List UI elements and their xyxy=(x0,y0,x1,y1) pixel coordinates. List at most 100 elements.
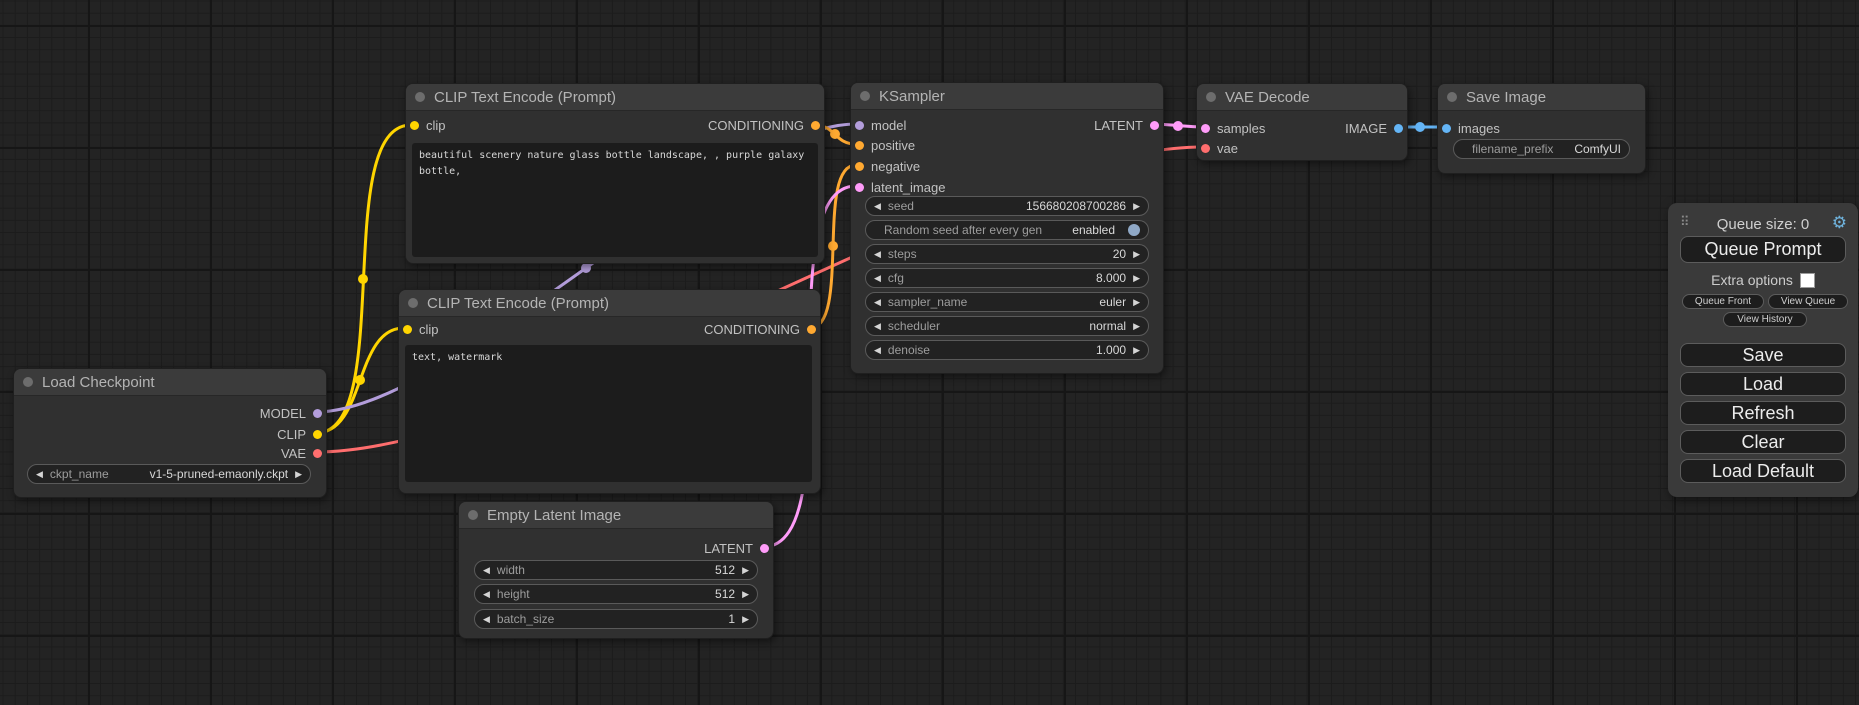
output-clip[interactable]: CLIP xyxy=(277,424,322,444)
node-ksampler[interactable]: KSampler model positive negative latent_… xyxy=(850,82,1164,374)
node-clip-encode-positive[interactable]: CLIP Text Encode (Prompt) clip CONDITION… xyxy=(405,83,825,264)
decrement-arrow-icon[interactable]: ◀ xyxy=(874,274,881,283)
image-output-dot[interactable] xyxy=(1394,124,1403,133)
node-title-bar[interactable]: VAE Decode xyxy=(1197,84,1407,111)
decrement-arrow-icon[interactable]: ◀ xyxy=(874,202,881,211)
collapse-dot-icon[interactable] xyxy=(408,298,418,308)
widget-ckpt-name[interactable]: ◀ ckpt_name v1-5-pruned-emaonly.ckpt ▶ xyxy=(27,464,311,484)
output-conditioning[interactable]: CONDITIONING xyxy=(708,115,820,135)
node-empty-latent-image[interactable]: Empty Latent Image LATENT ◀ width 512 ▶ … xyxy=(458,501,774,639)
widget-steps[interactable]: ◀ steps 20 ▶ xyxy=(865,244,1149,264)
node-title-bar[interactable]: Save Image xyxy=(1438,84,1645,111)
model-output-dot[interactable] xyxy=(313,409,322,418)
input-model[interactable]: model xyxy=(855,115,906,135)
queue-prompt-button[interactable]: Queue Prompt xyxy=(1680,236,1846,263)
collapse-dot-icon[interactable] xyxy=(468,510,478,520)
extra-options-checkbox[interactable] xyxy=(1800,273,1815,288)
clip-input-dot[interactable] xyxy=(410,121,419,130)
input-latent-image[interactable]: latent_image xyxy=(855,177,945,197)
conditioning-output-dot[interactable] xyxy=(807,325,816,334)
increment-arrow-icon[interactable]: ▶ xyxy=(1133,322,1140,331)
node-title-bar[interactable]: KSampler xyxy=(851,83,1163,110)
increment-arrow-icon[interactable]: ▶ xyxy=(742,590,749,599)
node-title-bar[interactable]: CLIP Text Encode (Prompt) xyxy=(406,84,824,111)
decrement-arrow-icon[interactable]: ◀ xyxy=(874,250,881,259)
settings-gear-icon[interactable]: ⚙ xyxy=(1832,213,1847,233)
latent-input-dot[interactable] xyxy=(1201,124,1210,133)
widget-height[interactable]: ◀ height 512 ▶ xyxy=(474,584,758,604)
increment-arrow-icon[interactable]: ▶ xyxy=(1133,250,1140,259)
collapse-dot-icon[interactable] xyxy=(1206,92,1216,102)
input-negative[interactable]: negative xyxy=(855,156,920,176)
decrement-arrow-icon[interactable]: ◀ xyxy=(483,590,490,599)
widget-filename-prefix[interactable]: filename_prefix ComfyUI xyxy=(1453,139,1630,159)
output-vae[interactable]: VAE xyxy=(281,443,322,463)
view-queue-button[interactable]: View Queue xyxy=(1768,294,1848,309)
increment-arrow-icon[interactable]: ▶ xyxy=(295,470,302,479)
collapse-dot-icon[interactable] xyxy=(1447,92,1457,102)
increment-arrow-icon[interactable]: ▶ xyxy=(1133,346,1140,355)
input-clip[interactable]: clip xyxy=(403,319,439,339)
widget-scheduler[interactable]: ◀ scheduler normal ▶ xyxy=(865,316,1149,336)
collapse-dot-icon[interactable] xyxy=(415,92,425,102)
output-conditioning[interactable]: CONDITIONING xyxy=(704,319,816,339)
collapse-dot-icon[interactable] xyxy=(23,377,33,387)
widget-random-seed-toggle[interactable]: Random seed after every gen enabled xyxy=(865,220,1149,240)
node-title-bar[interactable]: Empty Latent Image xyxy=(459,502,773,529)
widget-denoise[interactable]: ◀ denoise 1.000 ▶ xyxy=(865,340,1149,360)
increment-arrow-icon[interactable]: ▶ xyxy=(742,615,749,624)
decrement-arrow-icon[interactable]: ◀ xyxy=(874,322,881,331)
input-images[interactable]: images xyxy=(1442,118,1500,138)
node-title-bar[interactable]: CLIP Text Encode (Prompt) xyxy=(399,290,820,317)
queue-front-button[interactable]: Queue Front xyxy=(1682,294,1764,309)
node-title-bar[interactable]: Load Checkpoint xyxy=(14,369,326,396)
input-samples[interactable]: samples xyxy=(1201,118,1265,138)
node-vae-decode[interactable]: VAE Decode samples vae IMAGE xyxy=(1196,83,1408,161)
increment-arrow-icon[interactable]: ▶ xyxy=(1133,202,1140,211)
latent-output-dot[interactable] xyxy=(760,544,769,553)
collapse-dot-icon[interactable] xyxy=(860,91,870,101)
vae-output-dot[interactable] xyxy=(313,449,322,458)
increment-arrow-icon[interactable]: ▶ xyxy=(742,566,749,575)
conditioning-input-dot[interactable] xyxy=(855,162,864,171)
decrement-arrow-icon[interactable]: ◀ xyxy=(874,298,881,307)
widget-seed[interactable]: ◀ seed 156680208700286 ▶ xyxy=(865,196,1149,216)
input-vae[interactable]: vae xyxy=(1201,138,1238,158)
input-clip[interactable]: clip xyxy=(410,115,446,135)
load-default-button[interactable]: Load Default xyxy=(1680,459,1846,483)
node-save-image[interactable]: Save Image images filename_prefix ComfyU… xyxy=(1437,83,1646,174)
refresh-button[interactable]: Refresh xyxy=(1680,401,1846,425)
view-history-button[interactable]: View History xyxy=(1723,312,1807,327)
clear-button[interactable]: Clear xyxy=(1680,430,1846,454)
decrement-arrow-icon[interactable]: ◀ xyxy=(36,470,43,479)
output-model[interactable]: MODEL xyxy=(260,403,322,423)
output-latent[interactable]: LATENT xyxy=(1094,115,1159,135)
output-latent[interactable]: LATENT xyxy=(704,538,769,558)
conditioning-output-dot[interactable] xyxy=(811,121,820,130)
node-clip-encode-negative[interactable]: CLIP Text Encode (Prompt) clip CONDITION… xyxy=(398,289,821,494)
node-load-checkpoint[interactable]: Load Checkpoint MODEL CLIP VAE ◀ ckpt_na… xyxy=(13,368,327,498)
decrement-arrow-icon[interactable]: ◀ xyxy=(483,615,490,624)
image-input-dot[interactable] xyxy=(1442,124,1451,133)
toggle-enabled-icon[interactable] xyxy=(1128,224,1140,236)
conditioning-input-dot[interactable] xyxy=(855,141,864,150)
latent-input-dot[interactable] xyxy=(855,183,864,192)
output-image[interactable]: IMAGE xyxy=(1345,118,1403,138)
widget-width[interactable]: ◀ width 512 ▶ xyxy=(474,560,758,580)
increment-arrow-icon[interactable]: ▶ xyxy=(1133,274,1140,283)
queue-panel[interactable]: ⠿ Queue size: 0 ⚙ Queue Prompt Extra opt… xyxy=(1668,203,1858,497)
vae-input-dot[interactable] xyxy=(1201,144,1210,153)
positive-prompt-textarea[interactable]: beautiful scenery nature glass bottle la… xyxy=(412,143,818,257)
decrement-arrow-icon[interactable]: ◀ xyxy=(874,346,881,355)
widget-cfg[interactable]: ◀ cfg 8.000 ▶ xyxy=(865,268,1149,288)
load-button[interactable]: Load xyxy=(1680,372,1846,396)
clip-output-dot[interactable] xyxy=(313,430,322,439)
model-input-dot[interactable] xyxy=(855,121,864,130)
increment-arrow-icon[interactable]: ▶ xyxy=(1133,298,1140,307)
decrement-arrow-icon[interactable]: ◀ xyxy=(483,566,490,575)
clip-input-dot[interactable] xyxy=(403,325,412,334)
widget-batch-size[interactable]: ◀ batch_size 1 ▶ xyxy=(474,609,758,629)
input-positive[interactable]: positive xyxy=(855,135,915,155)
latent-output-dot[interactable] xyxy=(1150,121,1159,130)
negative-prompt-textarea[interactable]: text, watermark xyxy=(405,345,812,482)
